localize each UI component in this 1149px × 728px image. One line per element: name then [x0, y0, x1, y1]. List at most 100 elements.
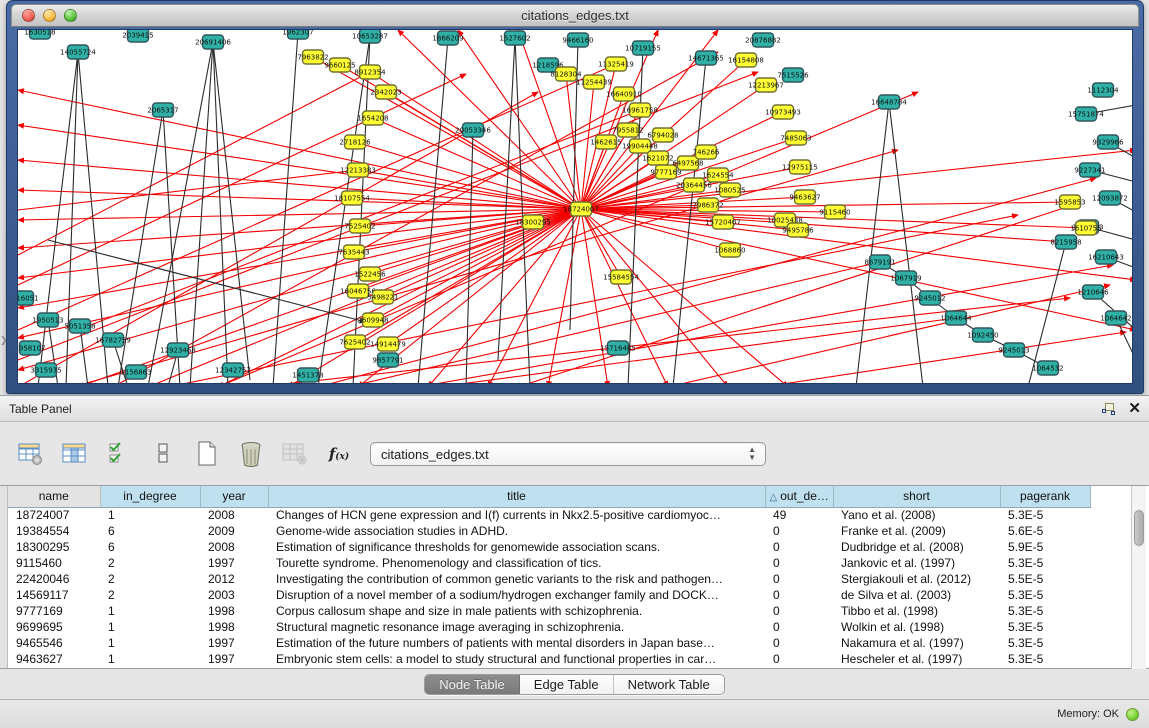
graph-node[interactable]: 12093872 — [1092, 191, 1128, 205]
graph-node[interactable]: 1950513 — [32, 313, 63, 327]
graph-node[interactable]: 1654208 — [357, 111, 388, 125]
graph-node[interactable]: 7625402 — [339, 335, 370, 349]
graph-node[interactable]: 12213383 — [340, 163, 376, 177]
graph-node[interactable]: 15584554 — [603, 270, 639, 284]
network-graph-canvas[interactable]: 1630518 14055724 2039415 20691406 1962307 106… — [17, 29, 1133, 384]
graph-node[interactable]: 2065317 — [147, 103, 178, 117]
graph-node[interactable]: 9245013 — [998, 343, 1029, 357]
table-row[interactable]: 969969511998Structural magnetic resonanc… — [8, 619, 1090, 635]
graph-node[interactable]: 20053346 — [455, 123, 491, 137]
graph-node[interactable]: 1962307 — [282, 30, 313, 39]
import-table-icon[interactable] — [280, 440, 310, 468]
tab-edge-table[interactable]: Edge Table — [520, 675, 614, 694]
graph-node[interactable]: 9227341 — [1074, 163, 1105, 177]
graph-node[interactable]: 14671365 — [688, 51, 724, 65]
graph-node[interactable]: 2609948 — [357, 313, 388, 327]
graph-node[interactable]: 9329966 — [1092, 135, 1124, 149]
graph-node[interactable]: 1156863 — [120, 365, 151, 379]
graph-node[interactable]: 1210646 — [1077, 285, 1109, 299]
column-header-year[interactable]: year — [200, 486, 268, 507]
graph-node[interactable]: 12213967 — [748, 78, 784, 92]
table-scrollbar-thumb[interactable] — [1134, 510, 1144, 546]
tab-node-table[interactable]: Node Table — [425, 675, 520, 694]
table-row[interactable]: 1872400712008Changes of HCN gene express… — [8, 507, 1090, 523]
graph-node[interactable]: 1064644 — [940, 311, 972, 325]
graph-node[interactable]: 1462615 — [590, 135, 621, 149]
table-row[interactable]: 1938455462009Genome-wide association stu… — [8, 523, 1090, 539]
graph-node[interactable]: 7635443 — [338, 245, 369, 259]
graph-node[interactable]: 1610755 — [1070, 221, 1101, 235]
select-columns-icon[interactable] — [60, 440, 90, 468]
select-rows-icon[interactable] — [104, 440, 134, 468]
graph-node[interactable]: 1067919 — [890, 271, 921, 285]
graph-node[interactable]: 16648784 — [871, 95, 907, 109]
graph-node[interactable]: 16640910 — [606, 87, 642, 101]
graph-node[interactable]: 11325419 — [598, 57, 634, 71]
graph-node[interactable]: 1527602 — [499, 31, 530, 45]
graph-node[interactable]: 1064532 — [1032, 361, 1063, 375]
graph-node[interactable]: 2342023 — [370, 85, 401, 99]
graph-node[interactable]: 20691406 — [195, 35, 231, 49]
graph-node[interactable]: 1630518 — [24, 30, 55, 39]
graph-node[interactable]: 12923468 — [160, 343, 196, 357]
graph-node[interactable]: 3315935 — [30, 363, 61, 377]
graph-node[interactable]: 7525402 — [344, 219, 375, 233]
tab-network-table[interactable]: Network Table — [614, 675, 724, 694]
graph-node[interactable]: 15751874 — [1068, 107, 1104, 121]
graph-node[interactable]: 1064642 — [1100, 311, 1131, 325]
graph-node[interactable]: 6794028 — [647, 128, 678, 142]
graph-node[interactable]: 7955812 — [612, 123, 643, 137]
delete-icon[interactable] — [236, 440, 266, 468]
table-row[interactable]: 946554611997Estimation of the future num… — [8, 635, 1090, 651]
graph-node[interactable]: 9495786 — [782, 223, 814, 237]
close-panel-icon[interactable]: ✕ — [1128, 402, 1141, 416]
graph-node[interactable]: 9857791 — [372, 353, 403, 367]
graph-node[interactable]: 1958107 — [18, 341, 46, 355]
network-window-titlebar[interactable]: citations_edges.txt — [11, 4, 1139, 27]
graph-node[interactable]: 1068860 — [714, 243, 745, 257]
table-scrollbar[interactable] — [1131, 486, 1146, 669]
graph-node[interactable]: 18107554 — [334, 191, 370, 205]
memory-status-indicator[interactable] — [1126, 708, 1139, 721]
graph-node[interactable]: 20876882 — [745, 33, 781, 47]
table-row[interactable]: 1830029562008Estimation of significance … — [8, 539, 1090, 555]
function-builder-icon[interactable]: f(x) — [324, 440, 354, 468]
graph-node[interactable]: 9463627 — [789, 190, 820, 204]
graph-node[interactable]: 16154808 — [728, 53, 764, 67]
graph-node[interactable]: 2718126 — [339, 135, 371, 149]
graph-node[interactable]: 14914479 — [370, 337, 406, 351]
graph-node[interactable]: 12975115 — [782, 160, 818, 174]
table-row[interactable]: 2242004622012Investigating the contribut… — [8, 571, 1090, 587]
column-header-title[interactable]: title — [268, 486, 765, 507]
table-row[interactable]: 911546021997Tourette syndrome. Phenomeno… — [8, 555, 1090, 571]
graph-node[interactable]: 9245012 — [914, 291, 945, 305]
graph-node[interactable]: 2039415 — [122, 30, 153, 42]
column-header-out_de[interactable]: △out_de… — [765, 486, 833, 507]
table-settings-icon[interactable] — [16, 440, 46, 468]
graph-node[interactable]: 9466160 — [562, 33, 593, 47]
graph-node[interactable]: 2516051 — [18, 291, 39, 305]
graph-node[interactable]: 1866209 — [432, 31, 463, 45]
table-row[interactable]: 977716911998Corpus callosum shape and si… — [8, 603, 1090, 619]
column-header-in_degree[interactable]: in_degree — [100, 486, 200, 507]
graph-node[interactable]: 5051358 — [64, 319, 95, 333]
graph-node[interactable]: 8912354 — [354, 65, 386, 79]
graph-node[interactable]: 10653287 — [352, 30, 388, 43]
graph-node[interactable]: 7485063 — [780, 131, 811, 145]
column-header-pagerank[interactable]: pagerank — [1000, 486, 1090, 507]
float-panel-icon[interactable] — [1102, 403, 1116, 416]
graph-node[interactable]: 14055724 — [60, 45, 96, 59]
graph-node[interactable]: 8679191 — [864, 255, 895, 269]
graph-node[interactable]: 9660125 — [324, 58, 355, 72]
graph-node[interactable]: 1522456 — [354, 267, 386, 281]
graph-node[interactable]: 10973493 — [765, 105, 801, 119]
graph-node[interactable]: 9115460 — [819, 205, 850, 219]
graph-node[interactable]: 7986372 — [692, 198, 723, 212]
graph-node[interactable]: 5498221 — [367, 290, 398, 304]
column-header-name[interactable]: name — [8, 486, 100, 507]
new-document-icon[interactable] — [192, 440, 222, 468]
table-selector-dropdown[interactable]: citations_edges.txt ▲▼ — [370, 442, 766, 466]
graph-node[interactable]: 1092450 — [967, 328, 998, 342]
column-header-short[interactable]: short — [833, 486, 1000, 507]
graph-node[interactable]: 1451378 — [292, 368, 323, 382]
